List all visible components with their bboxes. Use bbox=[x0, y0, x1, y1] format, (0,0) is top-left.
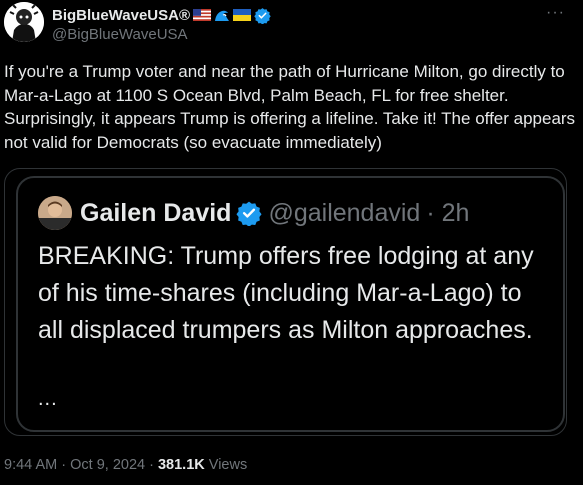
post-text: If you're a Trump voter and near the pat… bbox=[4, 62, 576, 152]
us-flag-icon bbox=[193, 9, 212, 21]
meta-separator: · bbox=[149, 457, 154, 473]
views-label: Views bbox=[208, 457, 248, 473]
quoted-time: · 2h bbox=[426, 198, 470, 227]
verified-badge-icon bbox=[254, 7, 271, 24]
more-options-button[interactable]: ··· bbox=[546, 4, 565, 22]
author-display-row: BigBlueWaveUSA® bbox=[52, 5, 271, 25]
author-avatar[interactable] bbox=[4, 2, 44, 42]
author-avatar-image bbox=[4, 2, 44, 42]
author-display-name[interactable]: BigBlueWaveUSA® bbox=[52, 7, 190, 24]
quoted-avatar-image bbox=[38, 196, 72, 230]
author-handle[interactable]: @BigBlueWaveUSA bbox=[52, 26, 271, 43]
quoted-ellipsis: ... bbox=[38, 388, 58, 410]
quoted-handle: @gailendavid bbox=[268, 198, 421, 227]
quoted-display-name: Gailen David bbox=[80, 198, 232, 227]
quoted-author-avatar bbox=[38, 196, 72, 230]
views-count[interactable]: 381.1K bbox=[158, 457, 205, 473]
ukraine-flag-icon bbox=[233, 9, 252, 21]
quoted-tweet-text: BREAKING: Trump offers free lodging at a… bbox=[38, 242, 534, 344]
wave-icon bbox=[215, 10, 230, 21]
post-header: BigBlueWaveUSA® @BigBlueWaveUSA ··· bbox=[4, 2, 575, 48]
meta-separator: · bbox=[61, 457, 67, 473]
author-names: BigBlueWaveUSA® @BigBlueWaveUSA bbox=[52, 5, 271, 43]
post-time[interactable]: 9:44 AM bbox=[4, 457, 57, 473]
quoted-verified-badge-icon bbox=[236, 201, 263, 226]
post-meta: 9:44 AM · Oct 9, 2024 · 381.1K Views bbox=[4, 457, 247, 473]
quoted-tweet-header: Gailen David @gailendavid · 2h bbox=[38, 196, 469, 230]
post-date[interactable]: Oct 9, 2024 bbox=[70, 457, 145, 473]
